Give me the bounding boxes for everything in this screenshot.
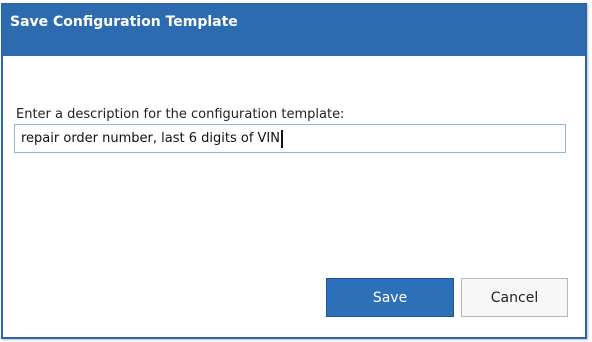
description-input-value: repair order number, last 6 digits of VI…	[21, 131, 280, 146]
cancel-button[interactable]: Cancel	[461, 278, 568, 317]
dialog-titlebar[interactable]: Save Configuration Template	[3, 5, 585, 56]
save-button-label: Save	[372, 289, 408, 306]
dialog-body: Enter a description for the configuratio…	[3, 56, 585, 337]
save-configuration-template-dialog: Save Configuration Template Enter a desc…	[1, 3, 587, 339]
cancel-button-label: Cancel	[490, 289, 539, 306]
text-caret	[281, 129, 283, 148]
description-prompt-label: Enter a description for the configuratio…	[16, 107, 345, 122]
description-input[interactable]: repair order number, last 6 digits of VI…	[14, 124, 566, 153]
dialog-title: Save Configuration Template	[10, 14, 238, 30]
save-button[interactable]: Save	[326, 278, 454, 317]
